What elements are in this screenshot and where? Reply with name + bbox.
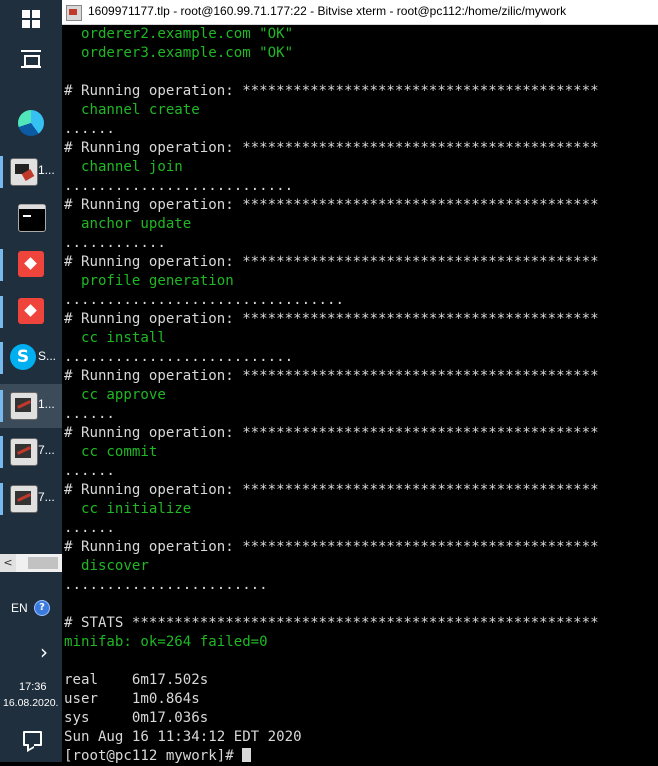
anydesk-icon — [18, 298, 44, 324]
terminal-line: # Running operation: *******************… — [64, 482, 599, 498]
taskbar-item-label: 7... — [38, 490, 55, 504]
terminal-line: ...... — [64, 520, 115, 536]
taskbar-item-terminal[interactable] — [0, 196, 62, 240]
bitvise-app-icon[interactable] — [66, 5, 82, 21]
bitvise-icon — [10, 438, 38, 466]
notification-icon[interactable] — [23, 731, 42, 753]
terminal-line: # Running operation: *******************… — [64, 254, 599, 270]
language-indicator[interactable]: EN — [11, 601, 28, 615]
terminal-line: cc initialize — [64, 501, 192, 517]
help-icon[interactable]: ? — [34, 600, 50, 616]
bitvise-icon — [10, 485, 38, 513]
taskbar-item-label: S... — [38, 349, 57, 363]
terminal-line: # Running operation: *******************… — [64, 83, 599, 99]
terminal-line: anchor update — [64, 216, 192, 232]
terminal-line: user 1m0.864s — [64, 691, 200, 707]
taskbar-item-label: 1... — [38, 397, 55, 411]
terminal-line: channel create — [64, 102, 200, 118]
terminal-line: ........................... — [64, 178, 294, 194]
terminal-line: real 6m17.502s — [64, 672, 209, 688]
scrollbar-thumb[interactable] — [28, 557, 58, 569]
terminal-line: ...... — [64, 463, 115, 479]
clock-time[interactable]: 17:36 — [19, 681, 47, 693]
anydesk-icon — [18, 251, 44, 277]
bitvise-sftp-icon — [10, 158, 38, 186]
taskbar-scrollbar[interactable]: < — [0, 554, 62, 572]
terminal-line: profile generation — [64, 273, 234, 289]
terminal-line: ...... — [64, 406, 115, 422]
terminal-line: # STATS ********************************… — [64, 615, 599, 631]
chevron-right-icon[interactable]: › — [40, 640, 48, 664]
terminal-line: [root@pc112 mywork]# — [64, 747, 252, 766]
terminal-line: ........................ — [64, 577, 268, 593]
terminal-line: ...... — [64, 121, 115, 137]
terminal-line: channel join — [64, 159, 183, 175]
terminal-line: ................................. — [64, 292, 345, 308]
terminal-line: ............ — [64, 235, 166, 251]
taskbar-item-bitvise-sftp[interactable]: 1... — [0, 150, 62, 194]
terminal-icon — [18, 204, 46, 232]
terminal-line: discover — [64, 558, 149, 574]
taskbar-item-label: 7... — [38, 443, 55, 457]
taskbar-item-bitvise-2[interactable]: 7... — [0, 430, 62, 474]
taskbar-item-bitvise-1[interactable]: 1... — [0, 384, 62, 428]
terminal-line: orderer2.example.com "OK" — [64, 26, 294, 42]
terminal-line: cc approve — [64, 387, 166, 403]
taskbar: 1... S S... 1... 7... 7... < EN ? › 17:3… — [0, 0, 62, 762]
task-view-icon[interactable] — [21, 50, 41, 68]
taskbar-item-edge[interactable] — [0, 102, 62, 146]
terminal-cursor — [242, 748, 252, 762]
skype-icon: S — [10, 344, 36, 370]
taskbar-item-label: 1... — [38, 163, 55, 177]
terminal-line: cc commit — [64, 444, 158, 460]
scroll-left-icon[interactable]: < — [0, 554, 16, 572]
terminal-line: # Running operation: *******************… — [64, 311, 599, 327]
terminal-line: minifab: ok=264 failed=0 — [64, 634, 268, 650]
terminal-line: orderer3.example.com "OK" — [64, 45, 294, 61]
edge-icon — [18, 110, 44, 136]
terminal-line: sys 0m17.036s — [64, 710, 209, 726]
window-titlebar[interactable]: 1609971177.tlp - root@160.99.71.177:22 -… — [62, 0, 658, 25]
taskbar-item-bitvise-3[interactable]: 7... — [0, 477, 62, 521]
terminal-line: # Running operation: *******************… — [64, 368, 599, 384]
clock-date[interactable]: 16.08.2020. — [3, 697, 58, 709]
taskbar-item-anydesk-1[interactable] — [0, 243, 62, 287]
window-title: 1609971177.tlp - root@160.99.71.177:22 -… — [88, 4, 567, 18]
terminal-line: ........................... — [64, 349, 294, 365]
taskbar-item-skype[interactable]: S S... — [0, 336, 62, 380]
terminal-line: # Running operation: *******************… — [64, 539, 599, 555]
terminal-line: # Running operation: *******************… — [64, 197, 599, 213]
terminal-line: Sun Aug 16 11:34:12 EDT 2020 — [64, 729, 302, 745]
terminal-line: cc install — [64, 330, 166, 346]
bitvise-icon — [10, 392, 38, 420]
windows-start-icon[interactable] — [22, 10, 40, 28]
terminal-line: # Running operation: *******************… — [64, 140, 599, 156]
terminal-line: # Running operation: *******************… — [64, 425, 599, 441]
taskbar-item-anydesk-2[interactable] — [0, 290, 62, 334]
terminal-output[interactable]: orderer2.example.com "OK" orderer3.examp… — [62, 25, 658, 764]
